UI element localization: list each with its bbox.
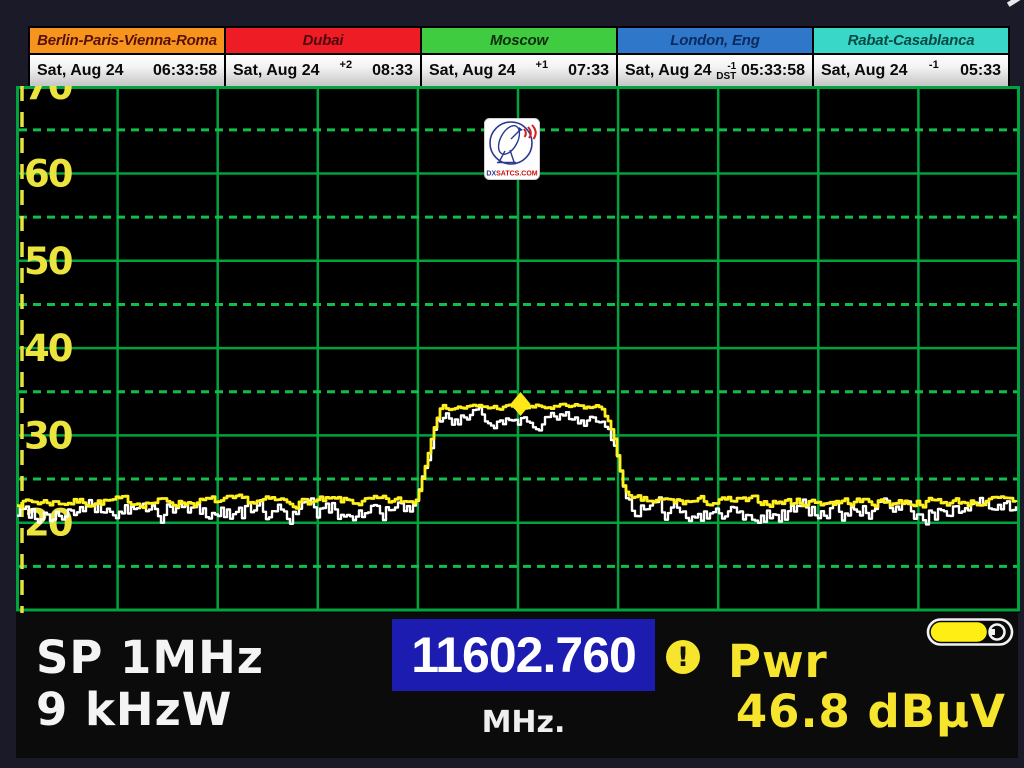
- utc-offset: -1: [929, 59, 939, 71]
- clock-time-5: Sat, Aug 24 -1 05:33: [814, 55, 1008, 86]
- spectrum-chart: 70 60 50 40 30 20 DXSATCS.COM: [16, 86, 1020, 613]
- alert-glyph: !: [677, 644, 689, 671]
- utc-offset: +1: [536, 59, 549, 71]
- y-axis-label: 60: [24, 153, 72, 196]
- status-panel: SP 1MHz 9 kHzW 11602.760 MHz. ! Pwr 46.8…: [16, 613, 1018, 758]
- clock-time-3: Sat, Aug 24 +1 07:33: [422, 55, 616, 86]
- power-label: Pwr: [728, 637, 828, 687]
- logo-text: DXSATCS.COM: [486, 171, 537, 178]
- spectrum-analyzer-screen: Berlin-Paris-Vienna-RomaDubaiMoscowLondo…: [0, 0, 1024, 768]
- corner-mark: [1007, 0, 1023, 7]
- battery-icon: [926, 617, 1018, 647]
- utc-offset: -1DST: [716, 62, 736, 81]
- clock-date: Sat, Aug 24: [233, 62, 320, 80]
- clock-time-value: 07:33: [568, 62, 609, 80]
- y-axis-label: 40: [24, 327, 72, 370]
- clock-date: Sat, Aug 24: [429, 62, 516, 80]
- clock-time-1: Sat, Aug 24 06:33:58: [30, 55, 224, 86]
- clock-city-2: Dubai: [226, 28, 420, 53]
- world-clock-table: Berlin-Paris-Vienna-RomaDubaiMoscowLondo…: [28, 26, 1010, 90]
- frequency-value: 11602.760: [411, 626, 636, 684]
- clock-time-value: 06:33:58: [153, 62, 217, 80]
- y-axis-label: 70: [24, 86, 72, 108]
- live-trace: [17, 407, 1016, 524]
- clock-city-3: Moscow: [422, 28, 616, 53]
- clock-city-4: London, Eng: [618, 28, 812, 53]
- frequency-display[interactable]: 11602.760: [392, 619, 655, 691]
- utc-offset: +2: [340, 59, 353, 71]
- rbw-setting-label: 9 kHzW: [36, 685, 232, 735]
- frequency-unit-label: MHz.: [392, 706, 655, 739]
- span-setting-label: SP 1MHz: [36, 633, 264, 683]
- clock-date: Sat, Aug 24: [821, 62, 908, 80]
- clock-city-1: Berlin-Paris-Vienna-Roma: [30, 28, 224, 53]
- dxsatcs-logo: DXSATCS.COM: [484, 118, 540, 180]
- clock-time-value: 05:33: [960, 62, 1001, 80]
- clock-city-5: Rabat-Casablanca: [814, 28, 1008, 53]
- y-axis-label: 20: [24, 502, 72, 545]
- clock-time-2: Sat, Aug 24 +2 08:33: [226, 55, 420, 86]
- y-axis-label: 50: [24, 240, 72, 283]
- clock-time-value: 08:33: [372, 62, 413, 80]
- alert-exclamation-icon: !: [666, 640, 700, 674]
- y-axis-label: 30: [24, 414, 72, 457]
- clock-date: Sat, Aug 24: [625, 62, 712, 80]
- power-value: 46.8 dBµV: [666, 687, 1006, 737]
- clock-time-value: 05:33:58: [741, 62, 805, 80]
- clock-date: Sat, Aug 24: [37, 62, 124, 80]
- marker-diamond[interactable]: [511, 392, 531, 416]
- clock-time-4: Sat, Aug 24-1DST 05:33:58: [618, 55, 812, 86]
